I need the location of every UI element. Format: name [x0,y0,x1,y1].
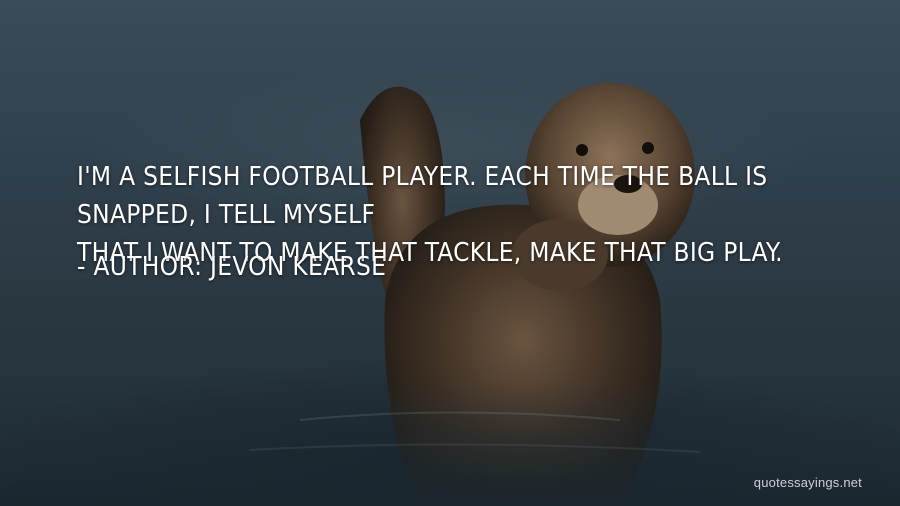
watermark: quotessayings.net [753,475,862,490]
author-line: - Author: Jevon Kearse [77,248,386,286]
author-name: Jevon Kearse [210,252,387,282]
quote-line-1: I'm a selfish football player. Each time… [77,162,768,230]
quote-image: I'm a selfish football player. Each time… [0,0,900,506]
author-prefix: - Author: [77,252,203,282]
